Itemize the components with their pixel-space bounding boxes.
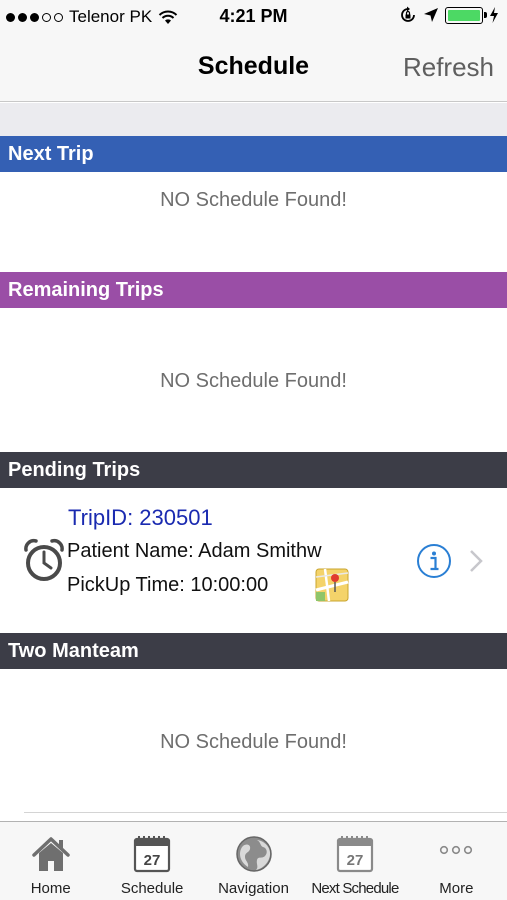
remaining-trips-empty-message: NO Schedule Found!: [160, 370, 347, 392]
status-indicators: [399, 6, 499, 24]
header-spacer: [0, 103, 507, 136]
tab-label: Next Schedule: [311, 880, 399, 897]
globe-icon: [235, 836, 272, 872]
alarm-clock-icon: [24, 538, 64, 581]
tab-home[interactable]: Home: [0, 822, 101, 900]
map-icon[interactable]: [315, 568, 349, 602]
pending-trips-header: Pending Trips: [0, 452, 507, 488]
list-divider: [24, 812, 507, 813]
trip-patient-name: Patient Name: Adam Smithw: [67, 540, 322, 562]
refresh-button[interactable]: Refresh: [403, 52, 494, 83]
navigation-bar: Schedule Refresh: [0, 36, 507, 102]
location-arrow-icon: [424, 8, 438, 22]
next-trip-header: Next Trip: [0, 136, 507, 172]
tab-next-schedule[interactable]: 27 Next Schedule: [304, 822, 405, 900]
trip-id: TripID: 230501: [68, 505, 213, 530]
tab-bar: Home 27 Schedule Navigation 27 Next Sche…: [0, 821, 507, 900]
two-manteam-empty-message: NO Schedule Found!: [160, 731, 347, 753]
chevron-right-icon: [470, 550, 483, 572]
tab-label: Home: [30, 880, 71, 897]
calendar-icon: 27: [336, 836, 374, 873]
calendar-day: 27: [144, 852, 161, 869]
tab-more[interactable]: More: [406, 822, 507, 900]
pending-trip-row[interactable]: TripID: 230501 Patient Name: Adam Smithw…: [0, 488, 507, 633]
calendar-day: 27: [347, 852, 364, 869]
status-bar: Telenor PK 4:21 PM: [0, 0, 507, 36]
remaining-trips-header: Remaining Trips: [0, 272, 507, 308]
battery-icon: [445, 6, 487, 24]
rotation-lock-icon: [401, 6, 415, 22]
tab-label: More: [439, 880, 474, 897]
home-icon: [31, 837, 70, 871]
tab-schedule[interactable]: 27 Schedule: [101, 822, 202, 900]
next-trip-empty-message: NO Schedule Found!: [160, 189, 347, 211]
tab-label: Schedule: [120, 880, 184, 897]
more-icon: [440, 845, 473, 855]
tab-navigation[interactable]: Navigation: [203, 822, 304, 900]
two-manteam-header: Two Manteam: [0, 633, 507, 669]
tab-label: Navigation: [218, 880, 289, 897]
info-icon[interactable]: [416, 543, 452, 579]
calendar-icon: 27: [134, 836, 171, 873]
trip-pickup-time: PickUp Time: 10:00:00: [67, 574, 269, 596]
charging-bolt-icon: [490, 7, 498, 23]
